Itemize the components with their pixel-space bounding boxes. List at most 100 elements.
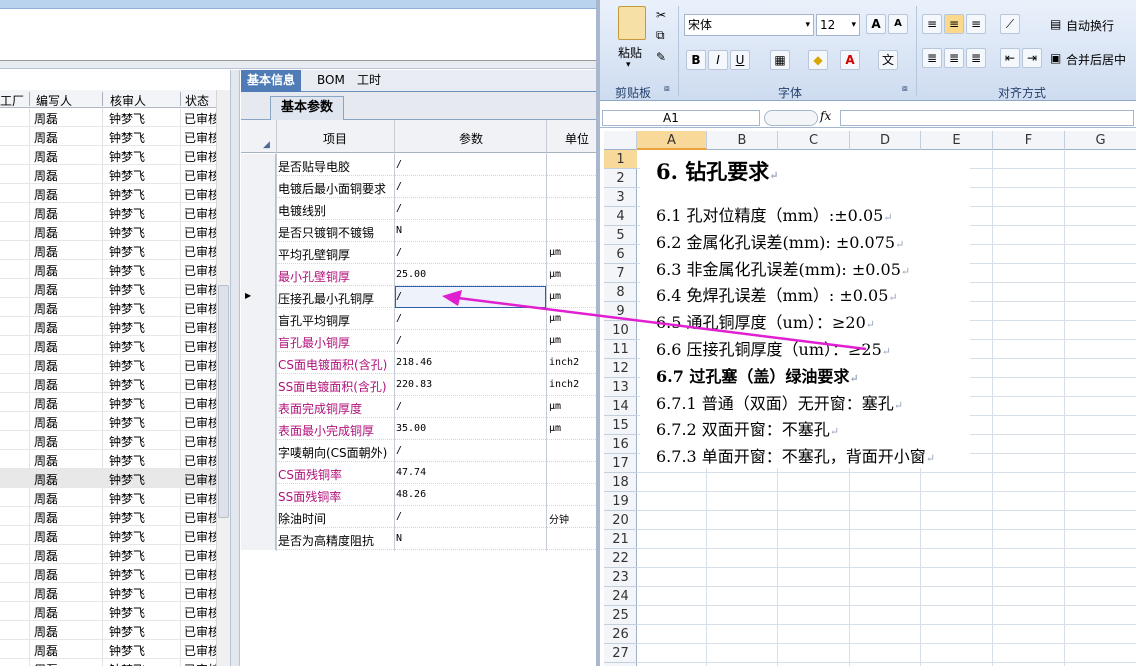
tab-labor-hours[interactable]: 工时: [351, 70, 387, 92]
header-item[interactable]: 项目: [323, 130, 347, 147]
param-row[interactable]: 盲孔平均铜厚 / μm: [241, 308, 596, 330]
left-list-scroll-thumb[interactable]: [218, 285, 229, 518]
param-value[interactable]: 35.00: [396, 423, 426, 434]
chevron-down-icon[interactable]: ▾: [851, 15, 856, 35]
list-row[interactable]: 周磊 钟梦飞 已审核: [0, 640, 216, 659]
param-value[interactable]: N: [396, 533, 402, 544]
grow-font-icon[interactable]: A: [866, 14, 886, 34]
list-row[interactable]: 周磊 钟梦飞 已审核: [0, 507, 216, 526]
col-reviewer-header[interactable]: 核审人: [110, 92, 146, 109]
format-painter-icon[interactable]: ✎: [656, 50, 666, 64]
row-header[interactable]: 26: [604, 625, 637, 644]
dialog-launcher-icon[interactable]: ⧈: [664, 84, 670, 94]
list-row[interactable]: 周磊 钟梦飞 已审核: [0, 317, 216, 336]
list-row[interactable]: 周磊 钟梦飞 已审核: [0, 602, 216, 621]
param-value[interactable]: /: [396, 401, 402, 412]
param-value[interactable]: 48.26: [396, 489, 426, 500]
param-row[interactable]: 表面完成铜厚度 / μm: [241, 396, 596, 418]
column-header[interactable]: B: [707, 131, 778, 150]
row-header[interactable]: 10: [604, 321, 637, 340]
copy-icon[interactable]: ⧉: [656, 28, 665, 43]
tab-basic-info[interactable]: 基本信息: [241, 70, 302, 92]
row-header[interactable]: 9: [604, 302, 637, 321]
param-value[interactable]: /: [396, 445, 402, 456]
list-row[interactable]: 周磊 钟梦飞 已审核: [0, 241, 216, 260]
row-indicator[interactable]: [241, 374, 276, 396]
row-indicator[interactable]: [241, 264, 276, 286]
align-left-icon[interactable]: ≣: [922, 48, 942, 68]
col-writer-header[interactable]: 编写人: [36, 92, 72, 109]
row-indicator[interactable]: [241, 418, 276, 440]
list-row[interactable]: 周磊 钟梦飞 已审核: [0, 412, 216, 431]
param-row[interactable]: 是否贴导电胶 /: [241, 154, 596, 176]
param-value[interactable]: 218.46: [396, 357, 432, 368]
formula-input[interactable]: [840, 110, 1134, 126]
row-indicator[interactable]: [241, 220, 276, 242]
merge-center-button[interactable]: 合并后居中: [1066, 51, 1126, 68]
column-header[interactable]: E: [921, 131, 993, 150]
param-row[interactable]: CS面电镀面积(含孔) 218.46 inch2: [241, 352, 596, 374]
param-value[interactable]: /: [396, 203, 402, 214]
column-header[interactable]: G: [1065, 131, 1136, 150]
bold-icon[interactable]: B: [686, 50, 706, 70]
vertical-splitter[interactable]: [230, 70, 240, 666]
list-row[interactable]: 周磊 钟梦飞 已审核: [0, 165, 216, 184]
list-row[interactable]: 周磊 钟梦飞 已审核: [0, 450, 216, 469]
list-row[interactable]: 周磊 钟梦飞 已审核: [0, 393, 216, 412]
list-row[interactable]: 周磊 钟梦飞 已审核: [0, 659, 216, 666]
param-value[interactable]: /: [396, 335, 402, 346]
row-indicator[interactable]: [241, 528, 276, 550]
row-header[interactable]: 8: [604, 283, 637, 302]
italic-icon[interactable]: I: [708, 50, 728, 70]
column-header[interactable]: A: [637, 131, 707, 150]
list-row[interactable]: 周磊 钟梦飞 已审核: [0, 222, 216, 241]
align-bottom-icon[interactable]: ≡: [966, 14, 986, 34]
name-box[interactable]: A1: [602, 110, 760, 126]
column-header[interactable]: D: [850, 131, 921, 150]
row-header[interactable]: 15: [604, 416, 637, 435]
wrap-text-icon[interactable]: ▤: [1050, 17, 1061, 31]
row-header[interactable]: 13: [604, 378, 637, 397]
font-color-icon[interactable]: A: [840, 50, 860, 70]
header-unit[interactable]: 单位: [565, 130, 589, 147]
list-row[interactable]: 周磊 钟梦飞 已审核: [0, 564, 216, 583]
param-row[interactable]: 电镀后最小面铜要求 /: [241, 176, 596, 198]
header-value[interactable]: 参数: [459, 130, 483, 147]
list-row[interactable]: 周磊 钟梦飞 已审核: [0, 621, 216, 640]
phonetic-icon[interactable]: 文: [878, 50, 898, 70]
list-row[interactable]: 周磊 钟梦飞 已审核: [0, 431, 216, 450]
param-row[interactable]: 平均孔壁铜厚 / μm: [241, 242, 596, 264]
cut-icon[interactable]: ✂: [656, 8, 666, 22]
row-indicator[interactable]: [241, 396, 276, 418]
horizontal-splitter[interactable]: [0, 61, 596, 69]
align-top-icon[interactable]: ≡: [922, 14, 942, 34]
column-header[interactable]: F: [993, 131, 1065, 150]
param-value[interactable]: 25.00: [396, 269, 426, 280]
row-header[interactable]: 7: [604, 264, 637, 283]
tab-basic-params[interactable]: 基本参数: [270, 96, 345, 120]
merge-center-icon[interactable]: ▣: [1050, 51, 1061, 65]
list-row[interactable]: 周磊 钟梦飞 已审核: [0, 469, 216, 488]
row-header[interactable]: 22: [604, 549, 637, 568]
row-indicator[interactable]: [241, 242, 276, 264]
row-indicator[interactable]: [241, 352, 276, 374]
param-value[interactable]: /: [396, 247, 402, 258]
param-value[interactable]: /: [396, 511, 402, 522]
row-indicator[interactable]: [241, 154, 276, 176]
decrease-indent-icon[interactable]: ⇤: [1000, 48, 1020, 68]
row-header[interactable]: 1: [604, 150, 637, 169]
list-row[interactable]: 周磊 钟梦飞 已审核: [0, 203, 216, 222]
column-header[interactable]: C: [778, 131, 850, 150]
underline-icon[interactable]: U: [730, 50, 750, 70]
row-indicator[interactable]: [241, 176, 276, 198]
align-middle-icon[interactable]: ≡: [944, 14, 964, 34]
list-row[interactable]: 周磊 钟梦飞 已审核: [0, 298, 216, 317]
list-row[interactable]: 周磊 钟梦飞 已审核: [0, 583, 216, 602]
row-indicator[interactable]: [241, 440, 276, 462]
row-header[interactable]: 11: [604, 340, 637, 359]
param-row[interactable]: 电镀线别 /: [241, 198, 596, 220]
param-row[interactable]: SS面残铜率 48.26: [241, 484, 596, 506]
font-name-box[interactable]: 宋体 ▾: [684, 14, 814, 36]
col-status-header[interactable]: 状态: [185, 92, 209, 109]
list-row[interactable]: 周磊 钟梦飞 已审核: [0, 526, 216, 545]
